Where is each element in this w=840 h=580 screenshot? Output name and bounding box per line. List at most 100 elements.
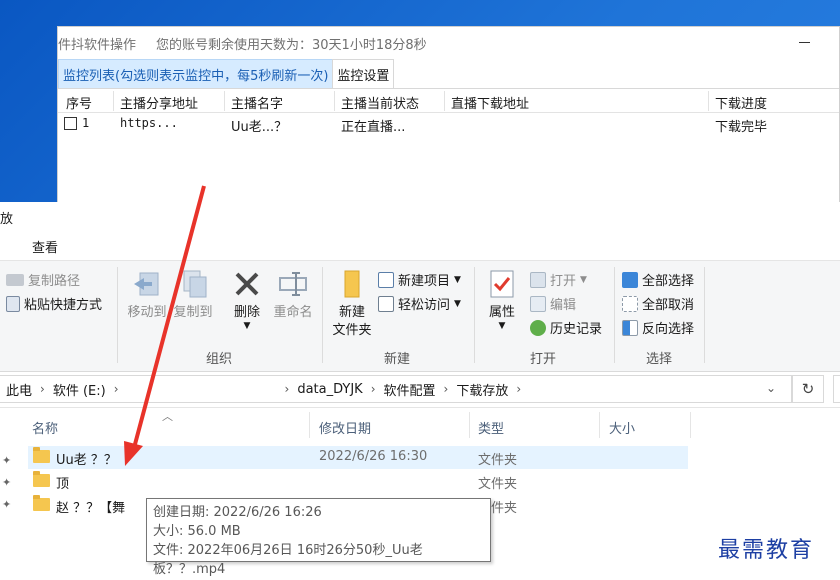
select-none-button[interactable]: 全部取消: [622, 294, 694, 313]
properties-check-icon: [490, 270, 514, 298]
pin-icon: ✦: [2, 498, 12, 511]
file-modified: 2022/6/26 16:30: [319, 449, 428, 464]
group-label-new: 新建: [384, 352, 411, 367]
breadcrumb-chevron-icon[interactable]: ›: [285, 382, 290, 396]
monitor-window: 件抖软件操作 您的账号剩余使用天数为：30天1小时18分8秒 监控列表(勾选则表…: [57, 26, 840, 226]
rename-button[interactable]: 重命名: [268, 267, 318, 322]
col-stream-status[interactable]: 主播当前状态: [341, 93, 419, 112]
file-name: 顶: [56, 477, 70, 492]
select-none-icon: [622, 295, 638, 312]
tab-monitor-list[interactable]: 监控列表(勾选则表示监控中，每5秒刷新一次): [58, 59, 334, 88]
col-streamer-name[interactable]: 主播名字: [231, 93, 283, 112]
pin-icon: ✦: [2, 454, 12, 467]
monitor-table-header: 序号 主播分享地址 主播名字 主播当前状态 直播下载地址 下载进度: [58, 89, 839, 113]
new-folder-icon: [344, 270, 360, 298]
folder-icon: [33, 495, 50, 511]
monitor-tabbar: 监控列表(勾选则表示监控中，每5秒刷新一次) 监控设置: [58, 59, 839, 89]
tab-view[interactable]: 查看: [32, 234, 58, 259]
select-all-icon: [622, 271, 638, 288]
invert-selection-button[interactable]: 反向选择: [622, 318, 694, 337]
breadcrumb-download-storage[interactable]: 下载存放: [456, 380, 508, 399]
address-history-dropdown-icon[interactable]: ⌄: [766, 381, 776, 395]
breadcrumb-chevron-icon[interactable]: ›: [444, 382, 449, 396]
refresh-icon[interactable]: ↻: [792, 375, 824, 403]
file-name: 赵 ？？【舞: [56, 501, 126, 516]
breadcrumb-this-pc[interactable]: 此电: [6, 380, 32, 399]
invert-selection-icon: [622, 319, 638, 336]
ribbon: 复制路径 粘贴快捷方式 移动到 复制到 删除 ▼ 重命名 组织 新建 文件夹 新…: [0, 260, 840, 372]
new-folder-button[interactable]: 新建 文件夹: [328, 267, 376, 340]
rename-icon: [279, 272, 307, 296]
select-all-button[interactable]: 全部选择: [622, 270, 694, 289]
breadcrumb-chevron-icon[interactable]: ›: [114, 382, 119, 396]
col-modified[interactable]: 修改日期: [319, 418, 371, 437]
search-box[interactable]: [833, 375, 840, 403]
delete-dropdown-icon[interactable]: ▼: [244, 322, 251, 331]
explorer-window-title: 放: [0, 211, 14, 227]
address-bar-row: 此电 › 软件 (E:) › › data_DYJK › 软件配置 › 下载存放…: [0, 372, 840, 408]
col-share-url[interactable]: 主播分享地址: [120, 93, 198, 112]
open-dropdown-icon[interactable]: ▼: [580, 275, 587, 285]
easy-access-button[interactable]: 轻松访问 ▼: [378, 294, 461, 313]
breadcrumb-data-dyjk[interactable]: data_DYJK: [297, 382, 362, 397]
folder-icon: [33, 447, 50, 463]
move-to-icon: [134, 272, 159, 296]
tooltip-files: 文件: 2022年06月26日 16时26分50秒_Uu老板？？.mp4: [153, 543, 423, 577]
tab-monitor-settings[interactable]: 监控设置: [332, 59, 395, 88]
copy-path-icon: [6, 273, 24, 286]
easy-access-icon: [378, 295, 394, 312]
address-bar[interactable]: 此电 › 软件 (E:) › › data_DYJK › 软件配置 › 下载存放…: [0, 375, 792, 403]
new-item-icon: [378, 271, 394, 288]
delete-button[interactable]: 删除 ▼: [226, 267, 268, 331]
table-row[interactable]: 1 https... Uu老...？ 正在直播... 下载完毕: [58, 113, 839, 135]
sort-ascending-icon: ︿: [162, 410, 173, 423]
open-button[interactable]: 打开 ▼: [530, 270, 587, 289]
edit-icon: [530, 295, 546, 312]
col-index[interactable]: 序号: [66, 93, 92, 112]
breadcrumb-chevron-icon[interactable]: ›: [516, 382, 521, 396]
tooltip-created: 创建日期: 2022/6/26 16:26: [153, 505, 322, 520]
breadcrumb-config[interactable]: 软件配置: [384, 380, 436, 399]
paste-shortcut-button[interactable]: 粘贴快捷方式: [6, 294, 102, 313]
new-item-dropdown-icon[interactable]: ▼: [454, 275, 461, 285]
list-item[interactable]: Uu老 ？？ 2022/6/26 16:30 文件夹: [28, 446, 688, 469]
history-button[interactable]: 历史记录: [530, 318, 602, 337]
minimize-button[interactable]: [799, 33, 813, 47]
breadcrumb-chevron-icon[interactable]: ›: [40, 382, 45, 396]
monitor-table: 序号 主播分享地址 主播名字 主播当前状态 直播下载地址 下载进度 1 http…: [58, 89, 839, 135]
row-streamer-name: Uu老...？: [231, 120, 288, 135]
properties-button[interactable]: 属性 ▼: [480, 267, 524, 331]
col-download-url[interactable]: 直播下载地址: [451, 93, 529, 112]
group-label-open: 打开: [530, 352, 557, 367]
open-icon: [530, 271, 546, 288]
row-share-url: https...: [120, 116, 178, 130]
breadcrumb-chevron-icon[interactable]: ›: [371, 382, 376, 396]
list-item[interactable]: 顶 文件夹: [28, 470, 688, 493]
file-type: 文件夹: [478, 477, 518, 492]
edit-button[interactable]: 编辑: [530, 294, 576, 313]
new-item-button[interactable]: 新建项目 ▼: [378, 270, 461, 289]
monitor-checkbox[interactable]: [64, 117, 77, 130]
file-list-header: ︿ 名称 修改日期 类型 大小: [0, 408, 840, 444]
paste-shortcut-icon: [6, 295, 20, 312]
folder-icon: [33, 471, 50, 487]
watermark-logo: 最需教育: [718, 538, 815, 563]
col-name[interactable]: 名称: [32, 418, 58, 437]
col-download-progress[interactable]: 下载进度: [715, 93, 767, 112]
tooltip-size: 大小: 56.0 MB: [153, 524, 241, 539]
monitor-titlebar: 件抖软件操作 您的账号剩余使用天数为：30天1小时18分8秒: [58, 27, 839, 59]
copy-to-button[interactable]: 复制到: [170, 267, 216, 322]
file-name: Uu老 ？？: [56, 453, 117, 468]
move-to-button[interactable]: 移动到: [124, 267, 170, 322]
breadcrumb-drive-e[interactable]: 软件 (E:): [53, 380, 106, 399]
folder-info-tooltip: 创建日期: 2022/6/26 16:26 大小: 56.0 MB 文件: 20…: [146, 498, 491, 577]
explorer-titlebar: 放: [0, 202, 840, 232]
properties-dropdown-icon[interactable]: ▼: [499, 322, 506, 331]
col-type[interactable]: 类型: [478, 418, 504, 437]
ribbon-tabbar: 查看: [0, 232, 840, 260]
pin-icon: ✦: [2, 476, 12, 489]
copy-path-button[interactable]: 复制路径: [6, 270, 80, 289]
monitor-window-title: 件抖软件操作: [58, 37, 137, 53]
col-size[interactable]: 大小: [609, 418, 635, 437]
easy-access-dropdown-icon[interactable]: ▼: [454, 299, 461, 309]
